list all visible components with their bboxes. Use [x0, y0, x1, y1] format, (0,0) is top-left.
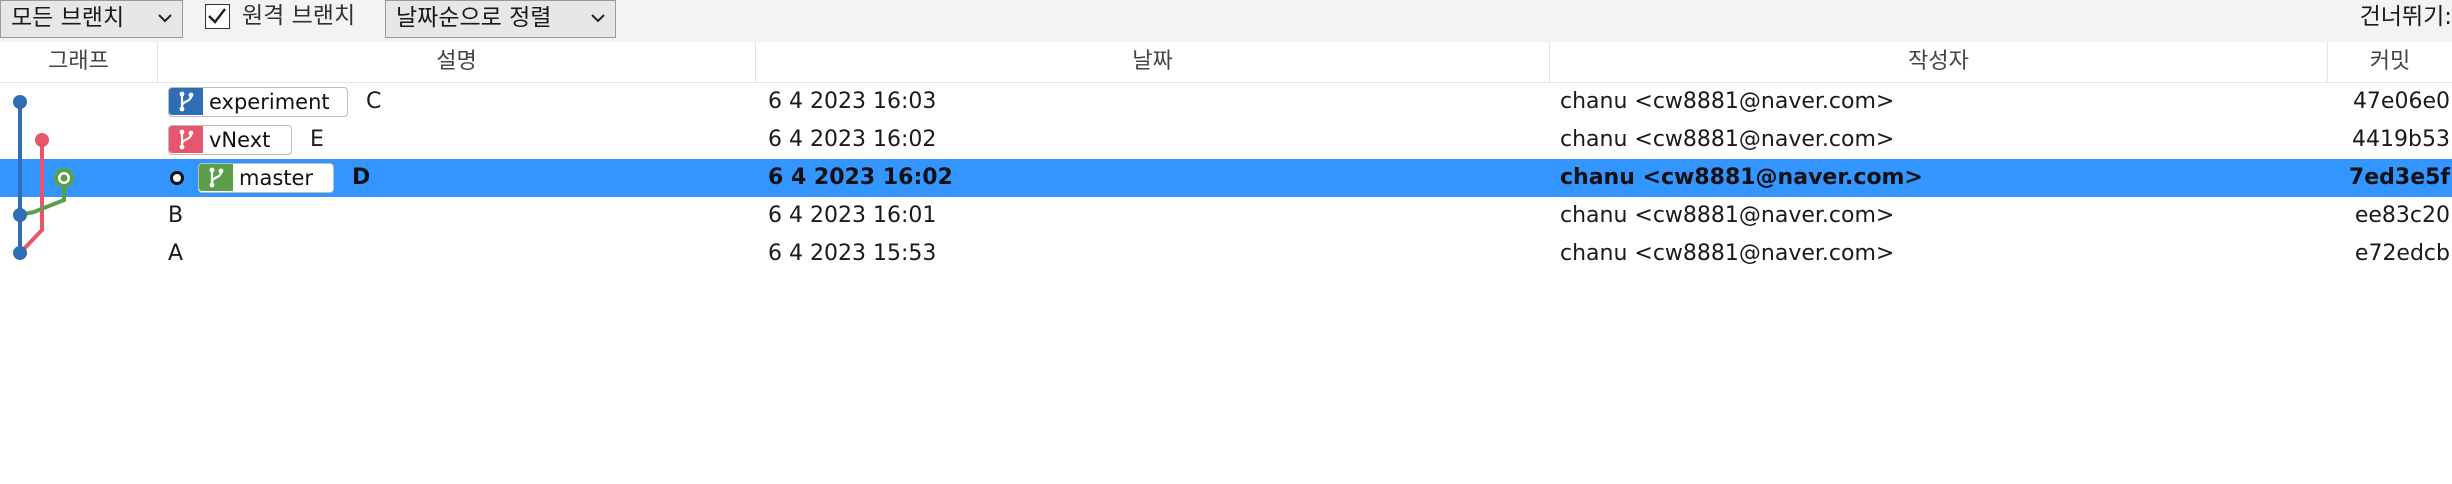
checkbox-box[interactable] — [205, 4, 230, 29]
column-header-date[interactable]: 날짜 — [756, 42, 1550, 82]
commit-date: 6 4 2023 16:03 — [768, 89, 937, 114]
column-header-commit[interactable]: 커밋 — [2328, 42, 2452, 82]
branch-name: master — [239, 166, 314, 190]
commit-date: 6 4 2023 16:02 — [768, 127, 937, 152]
sort-label: 날짜순으로 정렬 — [396, 5, 552, 31]
commit-row[interactable]: vNext E 6 4 2023 16:02 chanu <cw8881@naver.… — [0, 121, 2452, 159]
commit-row[interactable]: experiment C 6 4 2023 16:03 chanu <cw8881@n… — [0, 83, 2452, 121]
branch-icon — [169, 88, 203, 115]
branch-filter-label: 모든 브랜치 — [11, 5, 125, 31]
commit-hash: 47e06e0 — [2352, 89, 2450, 114]
commit-author: chanu <cw8881@naver.com> — [1560, 241, 1895, 266]
commit-author: chanu <cw8881@naver.com> — [1560, 127, 1895, 152]
commit-date: 6 4 2023 15:53 — [768, 241, 937, 266]
branch-label-experiment[interactable]: experiment — [168, 87, 348, 117]
commit-row[interactable]: master D 6 4 2023 16:02 chanu <cw8881@naver… — [0, 159, 2452, 197]
commit-hash: 7ed3e5f — [2348, 165, 2450, 190]
branch-name: experiment — [209, 90, 330, 114]
branch-label-master[interactable]: master — [198, 163, 334, 193]
sort-dropdown[interactable]: 날짜순으로 정렬 — [385, 0, 616, 38]
commit-hash: 4419b53 — [2352, 127, 2450, 152]
commit-date: 6 4 2023 16:01 — [768, 203, 937, 228]
column-header-graph[interactable]: 그래프 — [0, 42, 158, 82]
commit-author: chanu <cw8881@naver.com> — [1560, 89, 1895, 114]
toolbar: 모든 브랜치 원격 브랜치 날짜순으로 정렬 건너뛰기: — [0, 0, 2452, 42]
remote-branches-label: 원격 브랜치 — [242, 3, 356, 29]
column-header-description[interactable]: 설명 — [158, 42, 756, 82]
commit-row[interactable]: B 6 4 2023 16:01 chanu <cw8881@naver.com> e… — [0, 197, 2452, 235]
commit-row[interactable]: A 6 4 2023 15:53 chanu <cw8881@naver.com> e… — [0, 235, 2452, 273]
check-icon — [208, 8, 226, 24]
head-indicator-icon — [170, 171, 184, 185]
commit-hash: ee83c20 — [2354, 203, 2450, 228]
branch-filter-dropdown[interactable]: 모든 브랜치 — [0, 0, 183, 38]
commit-subject: D — [352, 165, 371, 190]
branch-label-vnext[interactable]: vNext — [168, 125, 292, 155]
commit-author: chanu <cw8881@naver.com> — [1560, 165, 1923, 190]
commit-date: 6 4 2023 16:02 — [768, 165, 953, 190]
branch-icon — [169, 126, 203, 153]
branch-icon — [199, 164, 233, 191]
commit-subject: B — [168, 203, 184, 228]
skip-label: 건너뛰기: — [2359, 4, 2452, 30]
commit-subject: C — [366, 89, 382, 114]
column-header-author[interactable]: 작성자 — [1550, 42, 2328, 82]
commit-subject: E — [310, 127, 324, 152]
column-header-row: 그래프 설명 날짜 작성자 커밋 — [0, 42, 2452, 83]
commit-hash: e72edcb — [2354, 241, 2450, 266]
chevron-down-icon — [591, 14, 605, 23]
commit-author: chanu <cw8881@naver.com> — [1560, 203, 1895, 228]
branch-name: vNext — [209, 128, 271, 152]
chevron-down-icon — [158, 14, 172, 23]
commit-subject: A — [168, 241, 184, 266]
